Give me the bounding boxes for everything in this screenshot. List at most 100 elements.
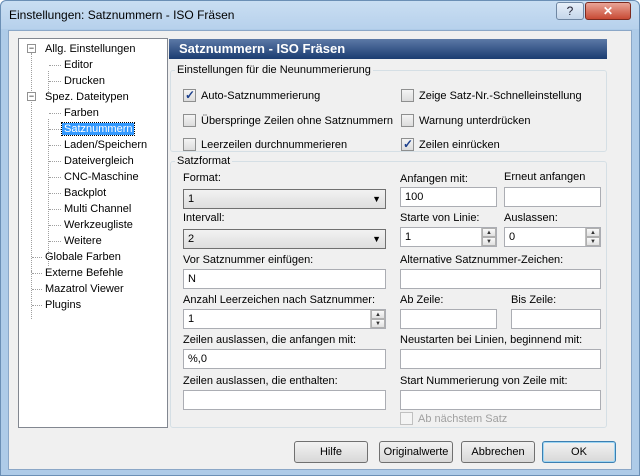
tree-line bbox=[49, 81, 61, 82]
tree-item-label: Werkzeugliste bbox=[64, 219, 133, 231]
checkbox-label: Überspringe Zeilen ohne Satznummern bbox=[201, 115, 393, 127]
tree-item-laden-speichern[interactable]: Laden/Speichern bbox=[62, 138, 149, 152]
alt-char-label: Alternative Satznummer-Zeichen: bbox=[400, 254, 564, 266]
tree-item-label: Multi Channel bbox=[64, 203, 132, 215]
tree-item-label: Allg. Einstellungen bbox=[45, 43, 136, 55]
spin-up-icon[interactable]: ▲ bbox=[586, 228, 600, 237]
checkbox-label: Leerzeilen durchnummerieren bbox=[201, 139, 348, 151]
tree-item-editor[interactable]: Editor bbox=[62, 58, 95, 72]
tree-item-label: Globale Farben bbox=[45, 251, 121, 263]
tree-item-allg-einstellungen[interactable]: Allg. Einstellungen bbox=[43, 42, 138, 56]
omit-input[interactable]: 0 ▲ ▼ bbox=[504, 227, 601, 247]
cancel-button[interactable]: Abbrechen bbox=[461, 441, 535, 463]
checkbox-box[interactable] bbox=[183, 114, 196, 127]
tree-item-backplot[interactable]: Backplot bbox=[62, 186, 108, 200]
checkbox-box[interactable] bbox=[400, 412, 413, 425]
spaces-input[interactable]: 1 ▲ ▼ bbox=[183, 309, 386, 329]
ok-button[interactable]: OK bbox=[542, 441, 616, 463]
tree-item-farben[interactable]: Farben bbox=[62, 106, 101, 120]
checkbox-box[interactable] bbox=[401, 137, 414, 151]
spaces-label: Anzahl Leerzeichen nach Satznummer: bbox=[183, 294, 375, 306]
spin-down-icon[interactable]: ▼ bbox=[482, 237, 496, 246]
settings-tree[interactable]: − Allg. Einstellungen Editor Drucken − S… bbox=[18, 38, 168, 428]
defaults-button[interactable]: Originalwerte bbox=[379, 441, 453, 463]
combo-value: 2 bbox=[188, 233, 195, 245]
format-combo[interactable]: 1 ▼ bbox=[183, 189, 386, 209]
restart-lines-label: Neustarten bei Linien, beginnend mit: bbox=[400, 334, 583, 346]
start-num-line-label: Start Nummerierung von Zeile mit: bbox=[400, 375, 568, 387]
checkbox-label: Ab nächstem Satz bbox=[418, 413, 508, 425]
group-title: Satzformat bbox=[175, 155, 233, 167]
from-line-input[interactable] bbox=[400, 309, 497, 329]
spin-down-icon[interactable]: ▼ bbox=[371, 319, 385, 328]
restart-label: Erneut anfangen bbox=[504, 171, 586, 183]
window-title: Einstellungen: Satznummern - ISO Fräsen bbox=[9, 8, 235, 22]
spin-up-icon[interactable]: ▲ bbox=[482, 228, 496, 237]
chevron-down-icon: ▼ bbox=[372, 194, 381, 204]
tree-line bbox=[49, 241, 61, 242]
tree-item-drucken[interactable]: Drucken bbox=[62, 74, 107, 88]
format-label: Format: bbox=[183, 172, 221, 184]
tree-item-werkzeugliste[interactable]: Werkzeugliste bbox=[62, 218, 135, 232]
checkbox-box[interactable] bbox=[401, 114, 414, 127]
tree-item-multi-channel[interactable]: Multi Channel bbox=[62, 202, 133, 216]
tree-item-satznummern[interactable]: Satznummern bbox=[60, 122, 136, 136]
tree-line bbox=[32, 289, 42, 290]
tree-item-label: Spez. Dateitypen bbox=[45, 91, 129, 103]
to-line-input[interactable] bbox=[511, 309, 601, 329]
spin-up-icon[interactable]: ▲ bbox=[371, 310, 385, 319]
tree-item-externe-befehle[interactable]: Externe Befehle bbox=[43, 266, 125, 280]
from-line-label: Ab Zeile: bbox=[400, 294, 444, 306]
skip-contain-input[interactable] bbox=[183, 390, 386, 410]
skip-start-label: Zeilen auslassen, die anfangen mit: bbox=[183, 334, 357, 346]
start-line-input[interactable]: 1 ▲ ▼ bbox=[400, 227, 497, 247]
tree-line bbox=[49, 113, 61, 114]
checkbox-box[interactable] bbox=[183, 88, 196, 102]
checkbox-box[interactable] bbox=[401, 89, 414, 102]
alt-char-input[interactable] bbox=[400, 269, 601, 289]
restart-input[interactable] bbox=[504, 187, 601, 207]
tree-item-cnc-maschine[interactable]: CNC-Maschine bbox=[62, 170, 141, 184]
tree-item-globale-farben[interactable]: Globale Farben bbox=[43, 250, 123, 264]
skip-start-input[interactable]: %,0 bbox=[183, 349, 386, 369]
tree-item-plugins[interactable]: Plugins bbox=[43, 298, 83, 312]
interval-label: Intervall: bbox=[183, 212, 225, 224]
tree-line bbox=[49, 65, 61, 66]
prefix-input[interactable]: N bbox=[183, 269, 386, 289]
chevron-down-icon: ▼ bbox=[372, 234, 381, 244]
close-button[interactable]: ✕ bbox=[585, 2, 631, 20]
tree-line bbox=[49, 161, 61, 162]
tree-item-spez-dateitypen[interactable]: Spez. Dateitypen bbox=[43, 90, 131, 104]
start-num-line-input[interactable] bbox=[400, 390, 601, 410]
tree-line bbox=[49, 193, 61, 194]
skip-contain-label: Zeilen auslassen, die enthalten: bbox=[183, 375, 338, 387]
tree-item-mazatrol-viewer[interactable]: Mazatrol Viewer bbox=[43, 282, 126, 296]
field-value: 0 bbox=[509, 231, 516, 243]
group-title: Einstellungen für die Neunummerierung bbox=[175, 64, 373, 76]
checkbox-label: Zeige Satz-Nr.-Schnelleinstellung bbox=[419, 90, 582, 102]
start-line-spinner[interactable]: ▲ ▼ bbox=[481, 228, 496, 246]
checkbox-label: Zeilen einrücken bbox=[419, 139, 500, 151]
spaces-spinner[interactable]: ▲ ▼ bbox=[370, 310, 385, 328]
restart-lines-input[interactable] bbox=[400, 349, 601, 369]
spin-down-icon[interactable]: ▼ bbox=[586, 237, 600, 246]
start-with-input[interactable]: 100 bbox=[400, 187, 497, 207]
dialog-client: − Allg. Einstellungen Editor Drucken − S… bbox=[8, 30, 632, 470]
tree-item-dateivergleich[interactable]: Dateivergleich bbox=[62, 154, 136, 168]
tree-item-label: Backplot bbox=[64, 187, 107, 199]
tree-line bbox=[49, 225, 61, 226]
collapse-icon[interactable]: − bbox=[27, 44, 36, 53]
tree-line bbox=[49, 209, 61, 210]
tree-item-weitere[interactable]: Weitere bbox=[62, 234, 104, 248]
help-title-button[interactable]: ? bbox=[556, 2, 584, 20]
combo-value: 1 bbox=[188, 193, 195, 205]
tree-line bbox=[31, 53, 32, 271]
checkbox-box[interactable] bbox=[183, 138, 196, 151]
tree-item-label: Externe Befehle bbox=[45, 267, 124, 279]
omit-spinner[interactable]: ▲ ▼ bbox=[585, 228, 600, 246]
tree-line bbox=[49, 177, 61, 178]
omit-label: Auslassen: bbox=[504, 212, 558, 224]
collapse-icon[interactable]: − bbox=[27, 92, 36, 101]
interval-combo[interactable]: 2 ▼ bbox=[183, 229, 386, 249]
help-button[interactable]: Hilfe bbox=[294, 441, 368, 463]
